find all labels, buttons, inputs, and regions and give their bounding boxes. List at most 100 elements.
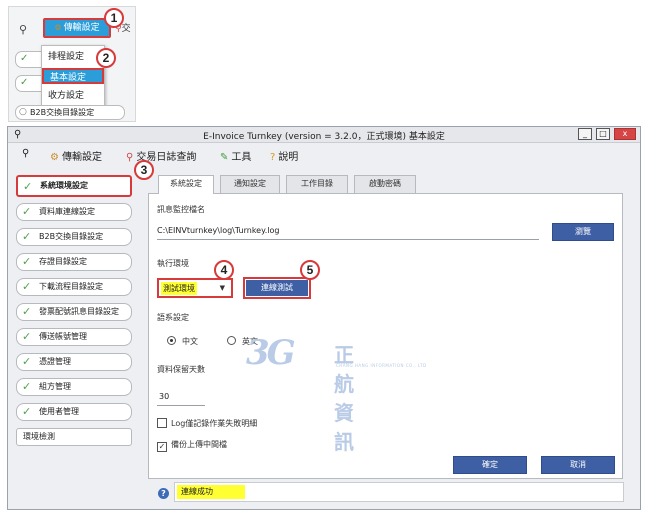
check-circle-icon: ○ — [19, 107, 27, 117]
help-icon: ? — [270, 152, 276, 163]
tab-notification-settings[interactable]: 通知設定 — [220, 175, 280, 193]
checkmark-icon: ✓ — [157, 442, 167, 452]
cancel-button[interactable]: 取消 — [541, 456, 615, 474]
monitor-file-input[interactable]: C:\EINVturnkey\log\Turnkey.log — [157, 222, 539, 240]
retention-days-label: 資料保留天數 — [157, 365, 205, 374]
checkbox-box — [157, 418, 167, 428]
monitor-file-label: 訊息監控檔名 — [157, 205, 205, 214]
env-select-value: 測試環境 — [161, 282, 197, 295]
toolbar-help-label: 說明 — [278, 152, 299, 163]
sidebar-item-label: 憑證管理 — [39, 357, 71, 366]
toolbar-transfer-label: 傳輸設定 — [61, 152, 102, 163]
close-button[interactable]: x — [614, 128, 636, 140]
sidebar-item-users[interactable]: ✓ 使用者管理 — [16, 403, 132, 421]
logo-mark: 3G — [246, 333, 296, 373]
status-message-field: 連線成功 — [174, 482, 624, 502]
inset-sidebar-b2b[interactable]: ○ B2B交換目錄設定 — [15, 105, 125, 120]
check-circle-icon: ✓ — [23, 180, 33, 193]
retention-days-input[interactable]: 30 — [157, 388, 205, 406]
dropdown-item-schedule[interactable]: 排程設定 — [42, 49, 104, 65]
logo-subtitle: CHANG HANG INFORMATION CO., LTD — [336, 363, 427, 368]
env-select[interactable]: 測試環境 ▼ — [157, 278, 233, 298]
toolbar-transfer-settings[interactable]: ⚙ 傳輸設定 — [50, 148, 102, 163]
user-icon[interactable]: ⚲ — [22, 148, 29, 159]
sidebar-item-archive-dir[interactable]: ✓ 存證目錄設定 — [16, 253, 132, 271]
tab-work-dir[interactable]: 工作目錄 — [286, 175, 348, 193]
gear-icon: ⚙ — [54, 23, 62, 32]
check-circle-icon: ✓ — [22, 205, 32, 218]
sidebar-item-label: 資料庫連線設定 — [39, 207, 95, 216]
callout-badge: 2 — [96, 48, 116, 68]
connection-test-button[interactable]: 連線測試 — [243, 277, 311, 299]
radio-lang-zh[interactable]: 中文 — [167, 336, 198, 347]
log-fail-only-checkbox[interactable]: Log僅記錄作業失敗明細 — [157, 418, 257, 429]
app-user-icon: ⚲ — [19, 23, 28, 36]
chevron-down-icon: ▼ — [219, 284, 225, 292]
lang-label: 語系設定 — [157, 313, 189, 322]
radio-dot — [227, 336, 236, 345]
connection-test-label: 連線測試 — [246, 280, 308, 296]
dropdown-item-receiver[interactable]: 收方設定 — [42, 88, 104, 104]
sidebar-item-group[interactable]: ✓ 組方管理 — [16, 378, 132, 396]
sidebar-item-invoice-number-dir[interactable]: ✓ 發票配號訊息目錄設定 — [16, 303, 132, 321]
tab-system-settings[interactable]: 系統設定 — [158, 175, 214, 194]
inset-b2b-label: B2B交換目錄設定 — [30, 108, 95, 117]
toolbar: ⚲ ⚙ 傳輸設定 ⚲ 交易日誌查詢 ✎ 工具 ? 說明 — [8, 144, 640, 166]
sidebar-item-label: 環境檢測 — [23, 432, 55, 441]
sidebar-item-system-env[interactable]: ✓ 系統環境設定 — [16, 175, 132, 197]
check-circle-icon: ✓ — [22, 380, 32, 393]
sidebar-item-b2b-dir[interactable]: ✓ B2B交換目錄設定 — [16, 228, 132, 246]
maximize-button[interactable]: □ — [596, 128, 610, 140]
inset-transfer-menu-label: 傳輸設定 — [63, 23, 100, 33]
sidebar-item-label: 系統環境設定 — [40, 181, 88, 190]
sidebar-item-label: B2B交換目錄設定 — [39, 232, 104, 241]
sidebar-item-label: 傳送帳號管理 — [39, 332, 87, 341]
tab-startup-password[interactable]: 啟動密碼 — [354, 175, 416, 193]
browse-button[interactable]: 瀏覽 — [552, 223, 614, 241]
check-circle-icon: ✓ — [22, 230, 32, 243]
sidebar-item-send-account[interactable]: ✓ 傳送帳號管理 — [16, 328, 132, 346]
check-circle-icon: ✓ — [20, 77, 29, 88]
help-icon[interactable]: ? — [158, 488, 169, 499]
check-circle-icon: ✓ — [22, 405, 32, 418]
sidebar-item-label: 組方管理 — [39, 382, 71, 391]
toolbar-tools[interactable]: ✎ 工具 — [220, 148, 251, 163]
check-circle-icon: ✓ — [20, 53, 29, 64]
search-icon: ⚲ — [126, 152, 134, 163]
inset-transfer-menu-button[interactable]: ⚙ 傳輸設定 — [43, 18, 111, 38]
radio-dot — [167, 336, 176, 345]
sidebar-item-env-check[interactable]: 環境檢測 — [16, 428, 132, 446]
confirm-button[interactable]: 確定 — [453, 456, 527, 474]
main-window: ⚲ E-Invoice Turnkey (version = 3.2.0，正式環… — [7, 126, 641, 510]
inset-search-label: 交 — [121, 24, 131, 34]
sidebar-item-label: 使用者管理 — [39, 407, 79, 416]
check-circle-icon: ✓ — [22, 255, 32, 268]
env-label: 執行環境 — [157, 259, 189, 268]
log-fail-only-label: Log僅記錄作業失敗明細 — [171, 419, 258, 428]
toolbar-help[interactable]: ? 說明 — [270, 148, 298, 163]
callout-badge: 1 — [104, 8, 124, 28]
window-title: E-Invoice Turnkey (version = 3.2.0，正式環境)… — [203, 132, 445, 142]
backup-upload-label: 備份上傳中間檔 — [171, 440, 227, 449]
logo-name: 正航資訊 — [334, 343, 354, 454]
system-settings-panel: 訊息監控檔名 C:\EINVturnkey\log\Turnkey.log 瀏覽… — [148, 193, 623, 479]
sidebar-item-certificate[interactable]: ✓ 憑證管理 — [16, 353, 132, 371]
sidebar-item-db-connection[interactable]: ✓ 資料庫連線設定 — [16, 203, 132, 221]
check-circle-icon: ✓ — [22, 280, 32, 293]
wrench-icon: ✎ — [220, 152, 229, 163]
sidebar-item-download-dir[interactable]: ✓ 下載流程目錄設定 — [16, 278, 132, 296]
gear-icon: ⚙ — [50, 152, 59, 163]
status-message: 連線成功 — [177, 485, 245, 499]
sidebar-item-label: 發票配號訊息目錄設定 — [39, 307, 119, 316]
callout-badge: 3 — [134, 160, 154, 180]
check-circle-icon: ✓ — [22, 305, 32, 318]
backup-upload-checkbox[interactable]: ✓ 備份上傳中間檔 — [157, 439, 227, 452]
check-circle-icon: ✓ — [22, 330, 32, 343]
minimize-button[interactable]: _ — [578, 128, 592, 140]
toolbar-tools-label: 工具 — [231, 152, 252, 163]
title-bar: ⚲ E-Invoice Turnkey (version = 3.2.0，正式環… — [8, 127, 640, 143]
callout-badge: 5 — [300, 260, 320, 280]
dropdown-item-basic-settings[interactable]: 基本設定 — [42, 68, 104, 84]
toolbar-log-query[interactable]: ⚲ 交易日誌查詢 — [126, 148, 196, 163]
radio-lang-zh-label: 中文 — [182, 337, 198, 346]
